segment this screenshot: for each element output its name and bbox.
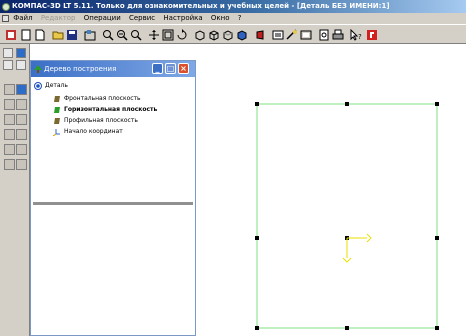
variables-icon[interactable] <box>271 28 285 41</box>
document-menu-icon[interactable] <box>2 15 9 22</box>
handle-bottom-mid[interactable] <box>345 326 349 330</box>
properties-icon[interactable] <box>83 28 97 41</box>
wireframe-icon[interactable] <box>207 28 221 41</box>
help-topics-icon[interactable] <box>365 28 379 41</box>
select-mode-icon[interactable] <box>3 48 13 58</box>
sketch-icon[interactable] <box>16 60 26 70</box>
parametrize-icon[interactable] <box>16 114 27 125</box>
zoom-out-icon[interactable] <box>129 28 143 41</box>
shaded-icon[interactable] <box>235 28 249 41</box>
view-orientation-icon[interactable] <box>193 28 207 41</box>
pointer-icon[interactable] <box>16 48 26 58</box>
origin-axes-icon <box>342 233 372 263</box>
context-help-icon[interactable]: ? <box>349 28 363 41</box>
close-button[interactable]: × <box>178 63 189 74</box>
model-tree: Деталь Фронтальная плоскость Горизонталь… <box>31 77 195 203</box>
handle-top-mid[interactable] <box>345 102 349 106</box>
rotate-icon[interactable] <box>175 28 189 41</box>
open-folder-icon[interactable] <box>51 28 65 41</box>
compact-toolbar <box>0 44 30 336</box>
measure-tools-icon[interactable] <box>4 129 15 140</box>
menu-settings[interactable]: Настройка <box>163 14 202 22</box>
model-tree-panel: Дерево построения _ □ × Деталь Фронтальн… <box>30 60 196 336</box>
sketch-canvas <box>255 102 439 330</box>
svg-text:?: ? <box>358 33 362 41</box>
menu-window[interactable]: Окно <box>211 14 230 22</box>
pan-icon[interactable] <box>147 28 161 41</box>
handle-top-right[interactable] <box>435 102 439 106</box>
title-bar: КОМПАС-3D LT 5.11. Только для ознакомите… <box>0 0 466 13</box>
edit-icon[interactable] <box>4 114 15 125</box>
menu-help[interactable]: ? <box>238 14 242 22</box>
save-icon[interactable] <box>65 28 79 41</box>
menu-file[interactable]: Файл <box>13 14 32 22</box>
maximize-button[interactable]: □ <box>165 63 176 74</box>
sketch-rectangle[interactable] <box>256 103 438 329</box>
measure-icon[interactable] <box>285 28 299 41</box>
model-tree-title-bar[interactable]: Дерево построения _ □ × <box>31 61 195 77</box>
tree-icon <box>34 65 42 73</box>
symbols-icon[interactable] <box>16 99 27 110</box>
menu-operations[interactable]: Операции <box>84 14 121 22</box>
edit-operations-icon[interactable] <box>16 84 27 95</box>
main-toolbar: ? <box>0 24 466 44</box>
new-document-icon[interactable] <box>19 28 33 41</box>
handle-bottom-left[interactable] <box>255 326 259 330</box>
handle-bottom-right[interactable] <box>435 326 439 330</box>
handle-top-left[interactable] <box>255 102 259 106</box>
arrays-icon[interactable] <box>16 144 27 155</box>
handle-left-mid[interactable] <box>255 236 259 240</box>
minimize-button[interactable]: _ <box>152 63 163 74</box>
origin-icon <box>53 129 60 136</box>
menu-service[interactable]: Сервис <box>129 14 155 22</box>
tree-splitter[interactable] <box>33 202 193 205</box>
auxiliary-geometry-icon[interactable] <box>4 159 15 170</box>
perspective-icon[interactable] <box>253 28 267 41</box>
part-icon <box>34 82 42 90</box>
plane-icon <box>54 107 60 113</box>
handle-right-mid[interactable] <box>435 236 439 240</box>
print-preview-icon[interactable] <box>317 28 331 41</box>
menu-editor: Редактор <box>40 14 76 22</box>
geometry-icon[interactable] <box>4 84 15 95</box>
edit-part-icon[interactable] <box>3 60 13 70</box>
dimensions-icon[interactable] <box>4 99 15 110</box>
zoom-window-icon[interactable] <box>115 28 129 41</box>
hidden-lines-icon[interactable] <box>221 28 235 41</box>
model-viewport[interactable] <box>197 44 466 336</box>
kompas-app-icon <box>2 3 10 11</box>
spec-icon[interactable] <box>16 159 27 170</box>
library-icon[interactable] <box>299 28 313 41</box>
show-all-icon[interactable] <box>161 28 175 41</box>
plane-icon <box>54 96 60 102</box>
model-tree-title: Дерево построения <box>44 65 117 73</box>
window-title: КОМПАС-3D LT 5.11. Только для ознакомите… <box>12 2 390 10</box>
print-icon[interactable] <box>331 28 345 41</box>
zoom-in-icon[interactable] <box>101 28 115 41</box>
new-part-icon[interactable] <box>4 28 18 41</box>
surface-icon[interactable] <box>4 144 15 155</box>
new-sheet-icon[interactable] <box>33 28 47 41</box>
plane-icon <box>54 118 60 124</box>
select-tools-icon[interactable] <box>16 129 27 140</box>
menu-bar: Файл Редактор Операции Сервис Настройка … <box>0 13 466 24</box>
